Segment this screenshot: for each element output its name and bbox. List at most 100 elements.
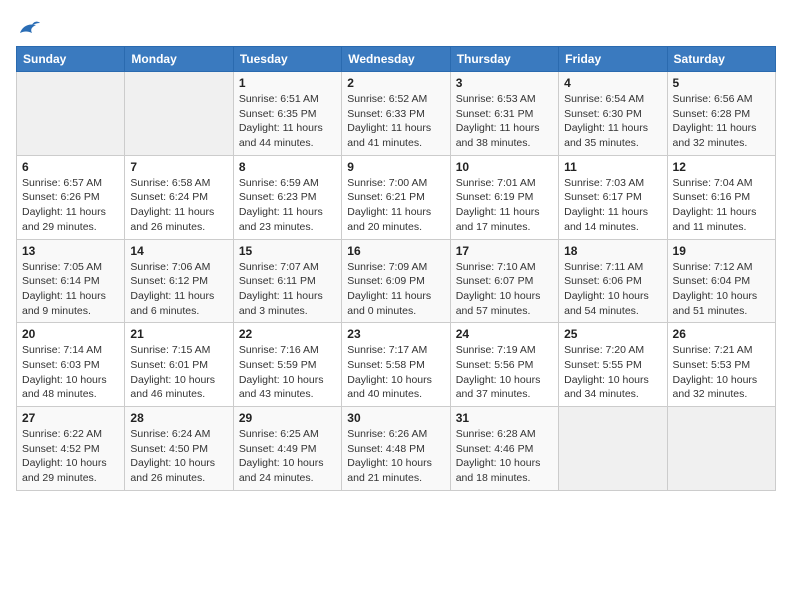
calendar-cell: 1 Sunrise: 6:51 AMSunset: 6:35 PMDaylight…	[233, 72, 341, 156]
calendar-cell: 2 Sunrise: 6:52 AMSunset: 6:33 PMDaylight…	[342, 72, 450, 156]
calendar-cell: 12 Sunrise: 7:04 AMSunset: 6:16 PMDayligh…	[667, 155, 775, 239]
header-wednesday: Wednesday	[342, 47, 450, 72]
calendar-cell: 23 Sunrise: 7:17 AMSunset: 5:58 PMDayligh…	[342, 323, 450, 407]
day-content: Sunrise: 7:15 AMSunset: 6:01 PMDaylight:…	[130, 343, 227, 402]
day-content: Sunrise: 6:54 AMSunset: 6:30 PMDaylight:…	[564, 92, 661, 151]
day-number: 2	[347, 76, 444, 90]
calendar-cell: 16 Sunrise: 7:09 AMSunset: 6:09 PMDayligh…	[342, 239, 450, 323]
calendar-cell	[559, 407, 667, 491]
header-tuesday: Tuesday	[233, 47, 341, 72]
calendar-cell: 21 Sunrise: 7:15 AMSunset: 6:01 PMDayligh…	[125, 323, 233, 407]
day-number: 26	[673, 327, 770, 341]
week-row-0: 1 Sunrise: 6:51 AMSunset: 6:35 PMDaylight…	[17, 72, 776, 156]
day-content: Sunrise: 7:00 AMSunset: 6:21 PMDaylight:…	[347, 176, 444, 235]
calendar-cell: 19 Sunrise: 7:12 AMSunset: 6:04 PMDayligh…	[667, 239, 775, 323]
day-number: 8	[239, 160, 336, 174]
day-content: Sunrise: 6:58 AMSunset: 6:24 PMDaylight:…	[130, 176, 227, 235]
calendar-cell	[125, 72, 233, 156]
day-content: Sunrise: 7:07 AMSunset: 6:11 PMDaylight:…	[239, 260, 336, 319]
calendar-cell	[17, 72, 125, 156]
day-number: 11	[564, 160, 661, 174]
calendar-table: SundayMondayTuesdayWednesdayThursdayFrid…	[16, 46, 776, 491]
day-content: Sunrise: 7:12 AMSunset: 6:04 PMDaylight:…	[673, 260, 770, 319]
calendar-header-row: SundayMondayTuesdayWednesdayThursdayFrid…	[17, 47, 776, 72]
day-number: 31	[456, 411, 553, 425]
day-content: Sunrise: 7:01 AMSunset: 6:19 PMDaylight:…	[456, 176, 553, 235]
week-row-4: 27 Sunrise: 6:22 AMSunset: 4:52 PMDayligh…	[17, 407, 776, 491]
day-number: 9	[347, 160, 444, 174]
page-header	[16, 16, 776, 38]
calendar-cell: 7 Sunrise: 6:58 AMSunset: 6:24 PMDaylight…	[125, 155, 233, 239]
day-number: 27	[22, 411, 119, 425]
day-content: Sunrise: 6:56 AMSunset: 6:28 PMDaylight:…	[673, 92, 770, 151]
day-number: 5	[673, 76, 770, 90]
header-thursday: Thursday	[450, 47, 558, 72]
day-content: Sunrise: 6:24 AMSunset: 4:50 PMDaylight:…	[130, 427, 227, 486]
calendar-cell: 24 Sunrise: 7:19 AMSunset: 5:56 PMDayligh…	[450, 323, 558, 407]
calendar-cell	[667, 407, 775, 491]
calendar-cell: 4Sunrise: 6:54 AMSunset: 6:30 PMDaylight…	[559, 72, 667, 156]
day-number: 7	[130, 160, 227, 174]
calendar-cell: 30Sunrise: 6:26 AMSunset: 4:48 PMDayligh…	[342, 407, 450, 491]
calendar-cell: 8 Sunrise: 6:59 AMSunset: 6:23 PMDaylight…	[233, 155, 341, 239]
day-content: Sunrise: 7:21 AMSunset: 5:53 PMDaylight:…	[673, 343, 770, 402]
day-number: 3	[456, 76, 553, 90]
calendar-cell: 13Sunrise: 7:05 AMSunset: 6:14 PMDayligh…	[17, 239, 125, 323]
week-row-2: 13Sunrise: 7:05 AMSunset: 6:14 PMDayligh…	[17, 239, 776, 323]
day-content: Sunrise: 6:26 AMSunset: 4:48 PMDaylight:…	[347, 427, 444, 486]
calendar-cell: 25Sunrise: 7:20 AMSunset: 5:55 PMDayligh…	[559, 323, 667, 407]
calendar-cell: 31 Sunrise: 6:28 AMSunset: 4:46 PMDayligh…	[450, 407, 558, 491]
calendar-cell: 18 Sunrise: 7:11 AMSunset: 6:06 PMDayligh…	[559, 239, 667, 323]
day-number: 14	[130, 244, 227, 258]
day-content: Sunrise: 6:25 AMSunset: 4:49 PMDaylight:…	[239, 427, 336, 486]
calendar-cell: 17Sunrise: 7:10 AMSunset: 6:07 PMDayligh…	[450, 239, 558, 323]
day-content: Sunrise: 7:17 AMSunset: 5:58 PMDaylight:…	[347, 343, 444, 402]
day-number: 18	[564, 244, 661, 258]
day-content: Sunrise: 7:04 AMSunset: 6:16 PMDaylight:…	[673, 176, 770, 235]
day-content: Sunrise: 7:20 AMSunset: 5:55 PMDaylight:…	[564, 343, 661, 402]
header-monday: Monday	[125, 47, 233, 72]
day-content: Sunrise: 6:57 AMSunset: 6:26 PMDaylight:…	[22, 176, 119, 235]
calendar-cell: 29 Sunrise: 6:25 AMSunset: 4:49 PMDayligh…	[233, 407, 341, 491]
day-number: 1	[239, 76, 336, 90]
day-content: Sunrise: 7:09 AMSunset: 6:09 PMDaylight:…	[347, 260, 444, 319]
day-content: Sunrise: 7:14 AMSunset: 6:03 PMDaylight:…	[22, 343, 119, 402]
day-content: Sunrise: 7:10 AMSunset: 6:07 PMDaylight:…	[456, 260, 553, 319]
day-content: Sunrise: 6:53 AMSunset: 6:31 PMDaylight:…	[456, 92, 553, 151]
day-number: 6	[22, 160, 119, 174]
day-content: Sunrise: 7:19 AMSunset: 5:56 PMDaylight:…	[456, 343, 553, 402]
day-number: 15	[239, 244, 336, 258]
day-content: Sunrise: 6:51 AMSunset: 6:35 PMDaylight:…	[239, 92, 336, 151]
day-content: Sunrise: 7:11 AMSunset: 6:06 PMDaylight:…	[564, 260, 661, 319]
logo-text	[16, 16, 40, 38]
calendar-cell: 5 Sunrise: 6:56 AMSunset: 6:28 PMDaylight…	[667, 72, 775, 156]
day-number: 20	[22, 327, 119, 341]
logo	[16, 16, 40, 38]
calendar-cell: 22Sunrise: 7:16 AMSunset: 5:59 PMDayligh…	[233, 323, 341, 407]
day-number: 10	[456, 160, 553, 174]
day-content: Sunrise: 6:59 AMSunset: 6:23 PMDaylight:…	[239, 176, 336, 235]
header-saturday: Saturday	[667, 47, 775, 72]
header-sunday: Sunday	[17, 47, 125, 72]
day-number: 24	[456, 327, 553, 341]
day-number: 16	[347, 244, 444, 258]
calendar-cell: 26 Sunrise: 7:21 AMSunset: 5:53 PMDayligh…	[667, 323, 775, 407]
day-content: Sunrise: 7:16 AMSunset: 5:59 PMDaylight:…	[239, 343, 336, 402]
day-content: Sunrise: 6:52 AMSunset: 6:33 PMDaylight:…	[347, 92, 444, 151]
day-number: 23	[347, 327, 444, 341]
calendar-cell: 15 Sunrise: 7:07 AMSunset: 6:11 PMDayligh…	[233, 239, 341, 323]
day-number: 21	[130, 327, 227, 341]
day-content: Sunrise: 7:05 AMSunset: 6:14 PMDaylight:…	[22, 260, 119, 319]
calendar-cell: 6 Sunrise: 6:57 AMSunset: 6:26 PMDaylight…	[17, 155, 125, 239]
day-number: 29	[239, 411, 336, 425]
day-number: 12	[673, 160, 770, 174]
calendar-cell: 9 Sunrise: 7:00 AMSunset: 6:21 PMDaylight…	[342, 155, 450, 239]
day-content: Sunrise: 6:28 AMSunset: 4:46 PMDaylight:…	[456, 427, 553, 486]
header-friday: Friday	[559, 47, 667, 72]
calendar-cell: 27 Sunrise: 6:22 AMSunset: 4:52 PMDayligh…	[17, 407, 125, 491]
day-content: Sunrise: 7:06 AMSunset: 6:12 PMDaylight:…	[130, 260, 227, 319]
day-number: 19	[673, 244, 770, 258]
day-content: Sunrise: 6:22 AMSunset: 4:52 PMDaylight:…	[22, 427, 119, 486]
calendar-cell: 28Sunrise: 6:24 AMSunset: 4:50 PMDayligh…	[125, 407, 233, 491]
calendar-cell: 10 Sunrise: 7:01 AMSunset: 6:19 PMDayligh…	[450, 155, 558, 239]
